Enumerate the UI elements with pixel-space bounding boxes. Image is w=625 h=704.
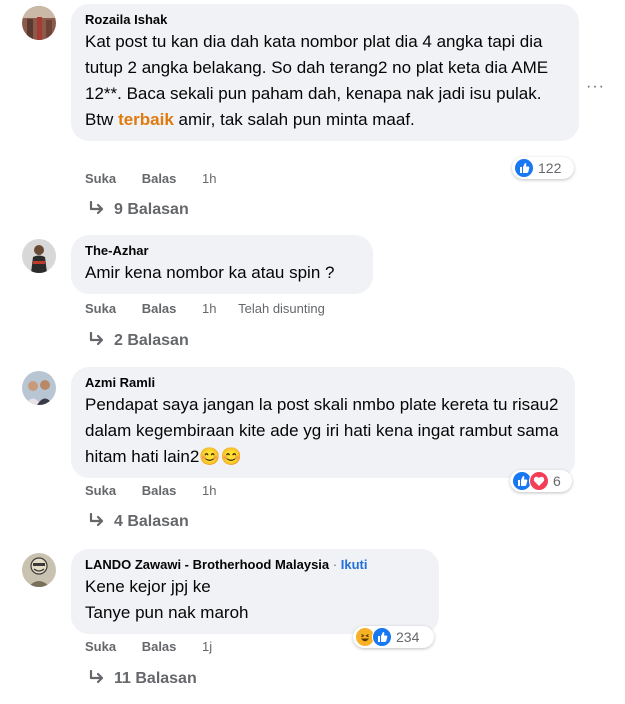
reply-arrow-icon <box>89 513 104 527</box>
reply-button[interactable]: Balas <box>142 171 177 187</box>
more-options-icon[interactable]: ··· <box>586 78 605 96</box>
like-button[interactable]: Suka <box>85 639 116 655</box>
reaction-summary[interactable]: 6 <box>510 470 572 492</box>
replies-label: 4 Balasan <box>114 513 189 530</box>
comment-text-line: Tanye pun nak maroh <box>85 603 249 622</box>
highlight-link[interactable]: terbaik <box>118 110 174 129</box>
comment-bubble: The-Azhar Amir kena nombor ka atau spin … <box>71 235 373 294</box>
view-replies-button[interactable]: 9 Balasan <box>88 200 189 220</box>
comment-actions: Suka Balas 1h <box>85 171 239 187</box>
comment-bubble: LANDO Zawawi - Brotherhood Malaysia · Ik… <box>71 549 439 634</box>
timestamp[interactable]: 1h <box>202 301 216 317</box>
avatar[interactable] <box>22 6 56 40</box>
replies-label: 2 Balasan <box>114 332 189 349</box>
author-name[interactable]: Azmi Ramli <box>85 374 561 392</box>
comment-actions: Suka Balas 1j <box>85 639 234 655</box>
reply-arrow-icon <box>89 201 104 215</box>
comment-text: Pendapat saya jangan la post skali nmbo … <box>85 395 559 466</box>
comment-text: Amir kena nombor ka atau spin ? <box>85 263 335 282</box>
avatar[interactable] <box>22 553 56 587</box>
love-reaction-icon <box>529 471 549 491</box>
timestamp[interactable]: 1h <box>202 483 216 499</box>
separator-dot: · <box>332 557 338 572</box>
replies-label: 9 Balasan <box>114 201 189 218</box>
reply-button[interactable]: Balas <box>142 639 177 655</box>
avatar[interactable] <box>22 371 56 405</box>
like-button[interactable]: Suka <box>85 483 116 499</box>
view-replies-button[interactable]: 11 Balasan <box>88 669 197 689</box>
comment-bubble: Azmi Ramli Pendapat saya jangan la post … <box>71 367 575 478</box>
comment-actions: Suka Balas 1h <box>85 483 239 499</box>
reaction-summary[interactable]: 122 <box>512 157 574 179</box>
author-header: LANDO Zawawi - Brotherhood Malaysia · Ik… <box>85 556 425 574</box>
like-reaction-icon <box>514 158 534 178</box>
author-name[interactable]: Rozaila Ishak <box>85 11 565 29</box>
like-button[interactable]: Suka <box>85 171 116 187</box>
reply-arrow-icon <box>89 670 104 684</box>
reply-button[interactable]: Balas <box>142 483 177 499</box>
comment-text-line: Kene kejor jpj ke <box>85 577 211 596</box>
reaction-count: 6 <box>553 473 561 489</box>
comment-actions: Suka Balas 1h Telah disunting <box>85 301 325 317</box>
comment-text-part: amir, tak salah pun minta maaf. <box>173 110 415 129</box>
author-name[interactable]: LANDO Zawawi - Brotherhood Malaysia <box>85 557 329 572</box>
reaction-count: 122 <box>538 160 562 176</box>
timestamp[interactable]: 1h <box>202 171 216 187</box>
avatar[interactable] <box>22 239 56 273</box>
comment-text: Kat post tu kan dia dah kata nombor plat… <box>85 29 565 133</box>
author-name[interactable]: The-Azhar <box>85 242 359 260</box>
reply-button[interactable]: Balas <box>142 301 177 317</box>
view-replies-button[interactable]: 2 Balasan <box>88 331 189 351</box>
edited-label[interactable]: Telah disunting <box>238 301 325 317</box>
timestamp[interactable]: 1j <box>202 639 212 655</box>
follow-button[interactable]: Ikuti <box>341 557 368 572</box>
reaction-count: 234 <box>396 629 420 645</box>
view-replies-button[interactable]: 4 Balasan <box>88 512 189 532</box>
replies-label: 11 Balasan <box>114 670 197 687</box>
reply-arrow-icon <box>89 332 104 346</box>
like-button[interactable]: Suka <box>85 301 116 317</box>
reaction-summary[interactable]: 234 <box>353 626 434 648</box>
like-reaction-icon <box>372 627 392 647</box>
comment-bubble: Rozaila Ishak Kat post tu kan dia dah ka… <box>71 4 579 141</box>
